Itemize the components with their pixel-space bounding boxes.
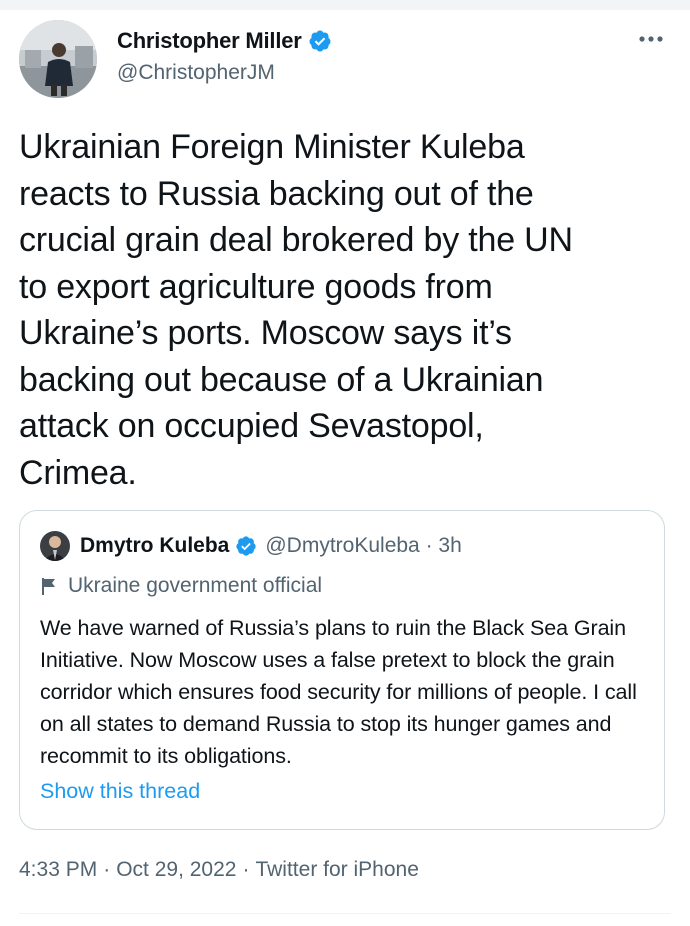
quoted-author-handle-time: @DmytroKuleba · 3h bbox=[265, 534, 462, 557]
quoted-author-avatar[interactable] bbox=[40, 531, 70, 561]
tweet-text: Ukrainian Foreign Minister Kuleba reacts… bbox=[19, 128, 573, 492]
author-avatar[interactable] bbox=[19, 20, 97, 98]
quoted-author-name: Dmytro Kuleba bbox=[80, 534, 230, 557]
government-label: Ukraine government official bbox=[40, 574, 322, 598]
tweet-metadata: 4:33 PM · Oct 29, 2022 · Twitter for iPhone bbox=[19, 858, 419, 882]
tweet-date[interactable]: Oct 29, 2022 bbox=[116, 858, 236, 881]
show-thread-link[interactable]: Show this thread bbox=[40, 779, 200, 804]
author-handle[interactable]: @ChristopherJM bbox=[117, 61, 332, 85]
separator-dot: · bbox=[242, 858, 250, 881]
verified-badge-icon bbox=[236, 536, 256, 556]
more-horizontal-icon bbox=[639, 36, 663, 42]
verified-badge-icon bbox=[309, 30, 331, 52]
tweet: Christopher Miller @ChristopherJM Ukrain… bbox=[0, 0, 690, 926]
tweet-time[interactable]: 4:33 PM bbox=[19, 858, 97, 881]
government-label-text: Ukraine government official bbox=[68, 574, 323, 597]
author-info: Christopher Miller @ChristopherJM bbox=[117, 27, 332, 85]
author-name[interactable]: Christopher Miller bbox=[117, 28, 302, 54]
more-options-button[interactable] bbox=[636, 24, 666, 54]
quoted-tweet-text: We have warned of Russia’s plans to ruin… bbox=[40, 616, 637, 768]
separator-dot: · bbox=[103, 858, 111, 881]
divider bbox=[19, 913, 671, 914]
government-flag-icon bbox=[42, 578, 55, 595]
tweet-source[interactable]: Twitter for iPhone bbox=[255, 858, 418, 881]
quoted-tweet[interactable]: Dmytro Kuleba @DmytroKuleba · 3h Ukraine… bbox=[19, 510, 665, 830]
quoted-tweet-header: Dmytro Kuleba @DmytroKuleba · 3h bbox=[40, 531, 462, 561]
